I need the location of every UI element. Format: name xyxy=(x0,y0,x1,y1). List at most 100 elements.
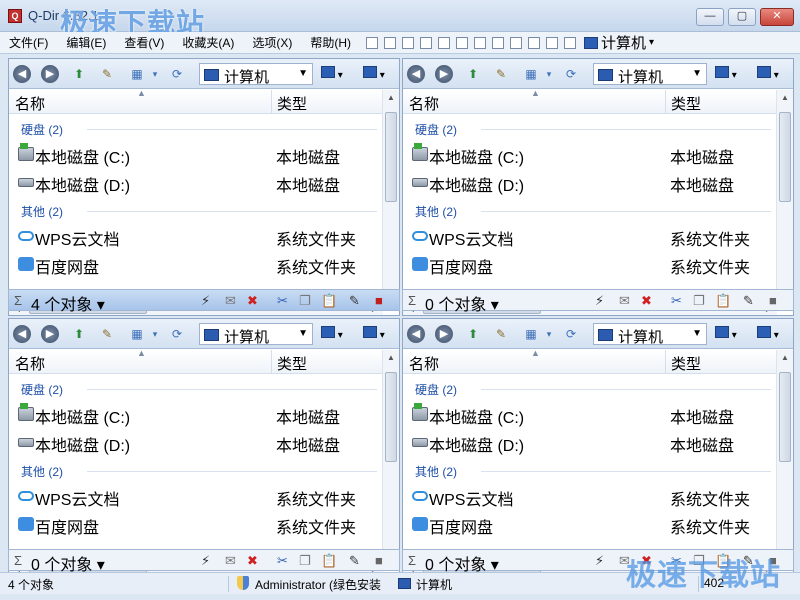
column-name[interactable]: 名称 xyxy=(409,353,439,374)
paste-icon[interactable]: 📋 xyxy=(321,553,337,569)
chevron-down-icon[interactable]: ▼ xyxy=(298,328,308,339)
network-icon[interactable]: ▾ xyxy=(757,326,779,341)
column-type[interactable]: 类型 xyxy=(277,353,307,374)
copy-icon[interactable]: ❐ xyxy=(299,553,311,569)
paste-icon[interactable]: 📋 xyxy=(321,293,337,309)
menu-edit[interactable]: 编辑(E) xyxy=(57,32,115,54)
column-type[interactable]: 类型 xyxy=(671,93,701,114)
layout-5-icon[interactable] xyxy=(438,36,450,49)
menu-help[interactable]: 帮助(H) xyxy=(301,32,360,54)
up-folder-icon[interactable]: ⬆ xyxy=(465,66,481,82)
up-folder-icon[interactable]: ⬆ xyxy=(465,326,481,342)
list-item[interactable]: WPS云文档 系统文件夹 xyxy=(403,483,777,509)
forward-button[interactable]: ▶ xyxy=(41,325,59,343)
column-name[interactable]: 名称 xyxy=(409,93,439,114)
address-bar[interactable]: 计算机 ▼ xyxy=(593,323,707,346)
layout-10-icon[interactable] xyxy=(528,36,540,49)
list-item[interactable]: 本地磁盘 (C:) 本地磁盘 xyxy=(9,141,383,167)
list-item[interactable]: 百度网盘 系统文件夹 xyxy=(9,251,383,277)
address-bar[interactable]: 计算机 ▼ xyxy=(199,323,313,346)
view-mode-icon[interactable]: ▦ xyxy=(129,66,145,82)
cut-icon[interactable]: ✂ xyxy=(277,293,288,309)
layout-6-icon[interactable] xyxy=(456,36,468,49)
layout-4-icon[interactable] xyxy=(420,36,432,49)
close-pane-icon[interactable]: ■ xyxy=(375,553,383,568)
network-icon[interactable]: ▾ xyxy=(757,66,779,81)
vertical-scrollbar[interactable]: ▲▼ xyxy=(382,350,399,560)
list-item[interactable]: WPS云文档 系统文件夹 xyxy=(9,483,383,509)
monitor-icon[interactable]: ▾ xyxy=(715,66,737,81)
up-folder-icon[interactable]: ⬆ xyxy=(71,326,87,342)
new-folder-icon[interactable]: ✎ xyxy=(493,326,509,342)
list-item[interactable]: 本地磁盘 (D:) 本地磁盘 xyxy=(403,429,777,455)
new-folder-icon[interactable]: ✎ xyxy=(99,326,115,342)
edit-icon[interactable]: ✎ xyxy=(349,553,360,569)
group-header[interactable]: 其他 (2) xyxy=(21,203,63,220)
new-folder-icon[interactable]: ✎ xyxy=(99,66,115,82)
new-folder-icon[interactable]: ✎ xyxy=(493,66,509,82)
cut-icon[interactable]: ✂ xyxy=(671,293,682,309)
minimize-button[interactable]: — xyxy=(696,8,724,26)
layout-9-icon[interactable] xyxy=(510,36,522,49)
back-button[interactable]: ◀ xyxy=(407,325,425,343)
layout-8-icon[interactable] xyxy=(492,36,504,49)
copy-icon[interactable]: ❐ xyxy=(693,293,705,309)
chevron-down-icon[interactable]: ▼ xyxy=(298,68,308,79)
column-type[interactable]: 类型 xyxy=(277,93,307,114)
monitor-icon[interactable]: ▾ xyxy=(321,326,343,341)
layout-7-icon[interactable] xyxy=(474,36,486,49)
file-pane-3[interactable]: ◀ ▶ ⬆ ✎ ▦ ▾ ⟳ 计算机 ▼ ▾ ▾ ▲ 名称 类型 硬盘 (2) 本地磁盘 (C:) 本地磁盘本… xyxy=(8,318,400,576)
column-type[interactable]: 类型 xyxy=(671,353,701,374)
cut-icon[interactable]: ✂ xyxy=(277,553,288,569)
flash-icon[interactable]: ⚡ xyxy=(595,553,604,569)
monitor-icon[interactable]: ▾ xyxy=(321,66,343,81)
monitor-icon[interactable]: ▾ xyxy=(715,326,737,341)
back-button[interactable]: ◀ xyxy=(13,325,31,343)
column-name[interactable]: 名称 xyxy=(15,353,45,374)
layout-2-icon[interactable] xyxy=(384,36,396,49)
list-item[interactable]: 百度网盘 系统文件夹 xyxy=(403,511,777,537)
view-mode-icon[interactable]: ▦ xyxy=(129,326,145,342)
edit-icon[interactable]: ✎ xyxy=(743,293,754,309)
up-folder-icon[interactable]: ⬆ xyxy=(71,66,87,82)
chevron-down-icon[interactable]: ▼ xyxy=(692,328,702,339)
group-header[interactable]: 硬盘 (2) xyxy=(415,381,457,398)
layout-12-icon[interactable] xyxy=(564,36,576,49)
vertical-scrollbar[interactable]: ▲▼ xyxy=(382,90,399,300)
vertical-scrollbar[interactable]: ▲▼ xyxy=(776,90,793,300)
flash-icon[interactable]: ⚡ xyxy=(595,293,604,309)
close-pane-icon[interactable]: ■ xyxy=(375,293,383,308)
close-pane-icon[interactable]: ■ xyxy=(769,293,777,308)
copy-icon[interactable]: ❐ xyxy=(299,293,311,309)
back-button[interactable]: ◀ xyxy=(407,65,425,83)
flash-icon[interactable]: ⚡ xyxy=(201,553,210,569)
group-header[interactable]: 硬盘 (2) xyxy=(415,121,457,138)
object-count[interactable]: 0 个对象 ▾ xyxy=(425,291,499,315)
menu-options[interactable]: 选项(X) xyxy=(243,32,301,54)
forward-button[interactable]: ▶ xyxy=(435,65,453,83)
menu-file[interactable]: 文件(F) xyxy=(0,32,57,54)
flash-icon[interactable]: ⚡ xyxy=(201,293,210,309)
view-mode-icon[interactable]: ▦ xyxy=(523,326,539,342)
group-header[interactable]: 其他 (2) xyxy=(415,203,457,220)
column-name[interactable]: 名称 xyxy=(15,93,45,114)
file-pane-1[interactable]: ◀ ▶ ⬆ ✎ ▦ ▾ ⟳ 计算机 ▼ ▾ ▾ ▲ 名称 类型 硬盘 (2) 本地磁盘 (C:) 本地磁盘本… xyxy=(8,58,400,316)
delete-icon[interactable]: ✖ xyxy=(247,553,258,569)
menu-view[interactable]: 查看(V) xyxy=(115,32,173,54)
group-header[interactable]: 其他 (2) xyxy=(21,463,63,480)
delete-icon[interactable]: ✖ xyxy=(641,293,652,309)
list-item[interactable]: 本地磁盘 (C:) 本地磁盘 xyxy=(403,141,777,167)
mail-icon[interactable]: ✉ xyxy=(225,553,236,569)
refresh-icon[interactable]: ⟳ xyxy=(563,66,579,82)
refresh-icon[interactable]: ⟳ xyxy=(169,66,185,82)
object-count[interactable]: 4 个对象 ▾ xyxy=(31,291,105,315)
list-item[interactable]: WPS云文档 系统文件夹 xyxy=(403,223,777,249)
list-item[interactable]: 百度网盘 系统文件夹 xyxy=(9,511,383,537)
menu-computer[interactable]: 计算机 ▾ xyxy=(584,32,654,53)
file-pane-2[interactable]: ◀ ▶ ⬆ ✎ ▦ ▾ ⟳ 计算机 ▼ ▾ ▾ ▲ 名称 类型 硬盘 (2) 本地磁盘 (C:) 本地磁盘本… xyxy=(402,58,794,316)
paste-icon[interactable]: 📋 xyxy=(715,293,731,309)
layout-1-icon[interactable] xyxy=(366,36,378,49)
edit-icon[interactable]: ✎ xyxy=(349,293,360,309)
address-bar[interactable]: 计算机 ▼ xyxy=(199,63,313,86)
layout-11-icon[interactable] xyxy=(546,36,558,49)
